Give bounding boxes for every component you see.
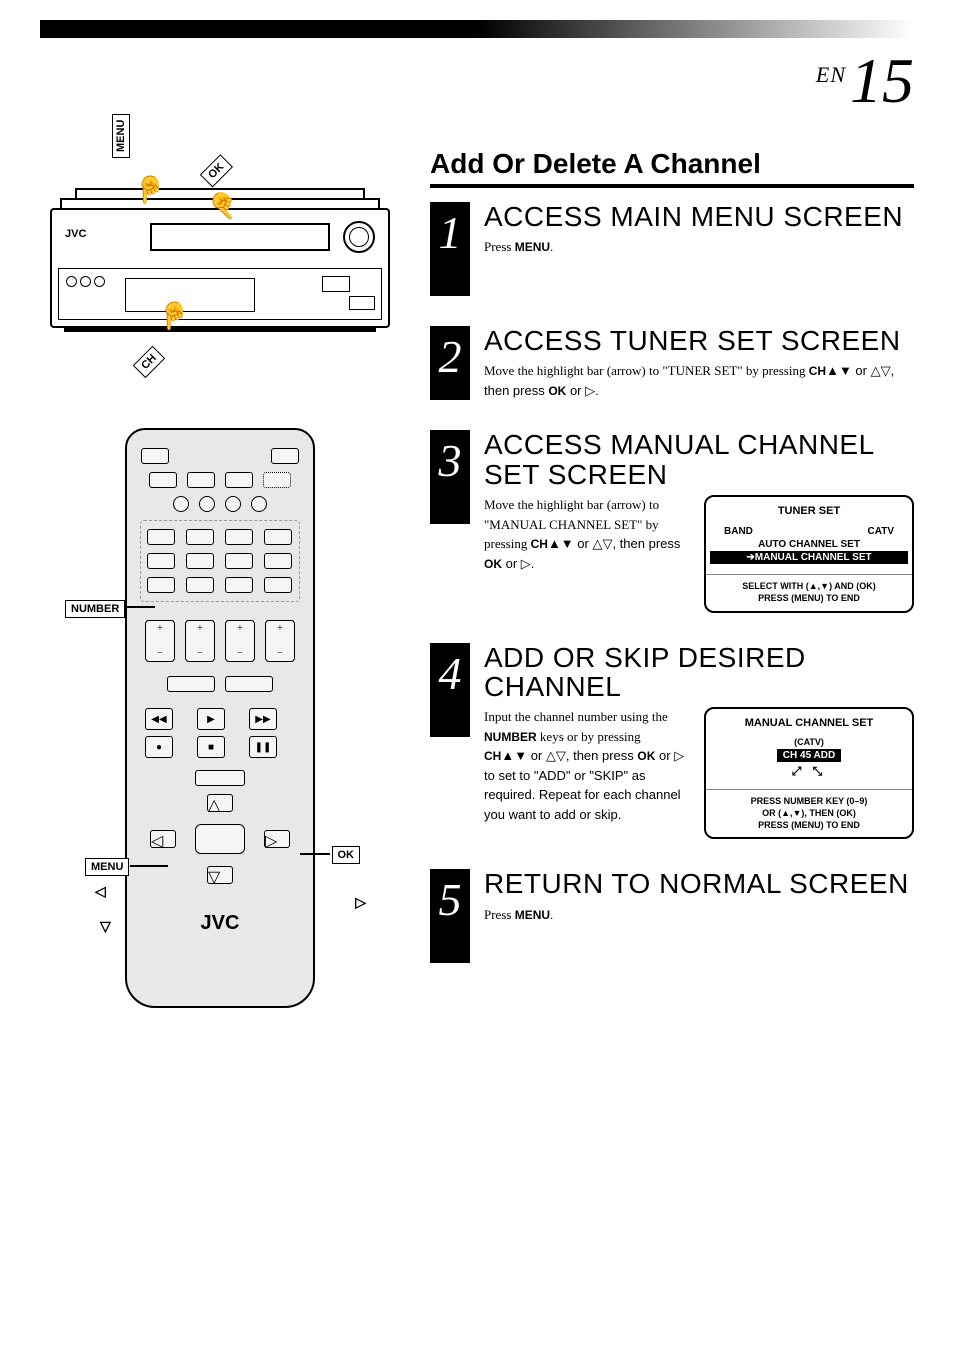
step-2: 2 ACCESS TUNER SET SCREEN Move the highl… [430,326,914,400]
callout-ok: OK [332,846,361,864]
page-num: 15 [850,45,914,116]
osd-channel-line: CH 45 ADD [777,749,841,762]
osd-row: AUTO CHANNEL SET [716,538,902,551]
step-3: 3 ACCESS MANUAL CHANNEL SET SCREEN Move … [430,430,914,612]
step-title: ADD OR SKIP DESIRED CHANNEL [484,643,914,702]
osd-row: BANDCATV [716,525,902,538]
osd-instruction: OR (▲,▼), THEN (OK) [716,808,902,820]
step-4: 4 ADD OR SKIP DESIRED CHANNEL Input the … [430,643,914,840]
callout-ok-vcr: OK [200,155,233,188]
header-bar [40,20,914,38]
osd-title: TUNER SET [716,505,902,517]
triangle-down-icon: ▽ [100,918,111,935]
step-title: ACCESS MANUAL CHANNEL SET SCREEN [484,430,914,489]
d-pad: △ ▽ ◁ ▷ [140,794,300,884]
section-title: Add Or Delete A Channel [430,148,914,188]
callout-number: NUMBER [65,600,125,618]
step-text: Press MENU. [484,905,914,925]
callout-menu: MENU [85,858,129,876]
osd-tuner-set: TUNER SET BANDCATV AUTO CHANNEL SET ➔MAN… [704,495,914,612]
step-number: 1 [430,202,470,296]
remote-illustration: ◀◀▶▶▶ ●■❚❚ △ ▽ ◁ ▷ JVC NUMBER MENU OK [80,428,360,1028]
step-text: Move the highlight bar (arrow) to "MANUA… [484,495,686,573]
triangle-right-icon: ▷ [355,894,366,911]
step-number: 3 [430,430,470,524]
number-pad [140,520,300,602]
osd-instruction: PRESS NUMBER KEY (0–9) [716,796,902,808]
vcr-illustration: JVC MENU OK CH ☝ ☝ ☝ [50,148,390,368]
step-text: Press MENU. [484,237,914,257]
triangle-left-icon: ◁ [95,883,106,900]
osd-instruction: PRESS (MENU) TO END [716,820,902,832]
osd-arrows: ⤢ ⤡ [716,764,902,779]
page-number: EN 15 [40,44,914,118]
step-number: 4 [430,643,470,737]
step-title: ACCESS MAIN MENU SCREEN [484,202,914,231]
osd-band: (CATV) [716,737,902,747]
osd-highlight: ➔MANUAL CHANNEL SET [710,551,908,564]
finger-icon: ☝ [134,174,166,204]
step-number: 2 [430,326,470,400]
osd-title: MANUAL CHANNEL SET [716,717,902,729]
callout-ch-vcr: CH [133,346,165,378]
osd-instruction: PRESS (MENU) TO END [716,593,902,605]
step-5: 5 RETURN TO NORMAL SCREEN Press MENU. [430,869,914,963]
step-title: RETURN TO NORMAL SCREEN [484,869,914,898]
vcr-logo: JVC [65,228,86,240]
osd-instruction: SELECT WITH (▲,▼) AND (OK) [716,581,902,593]
step-1: 1 ACCESS MAIN MENU SCREEN Press MENU. [430,202,914,296]
step-text: Move the highlight bar (arrow) to "TUNER… [484,361,914,400]
callout-menu-vcr: MENU [112,114,130,158]
finger-icon: ☝ [158,300,190,330]
remote-logo: JVC [201,912,240,935]
page-lang: EN [816,62,846,87]
osd-manual-channel: MANUAL CHANNEL SET (CATV) CH 45 ADD ⤢ ⤡ … [704,707,914,839]
step-number: 5 [430,869,470,963]
step-text: Input the channel number using the NUMBE… [484,707,686,824]
step-title: ACCESS TUNER SET SCREEN [484,326,914,355]
